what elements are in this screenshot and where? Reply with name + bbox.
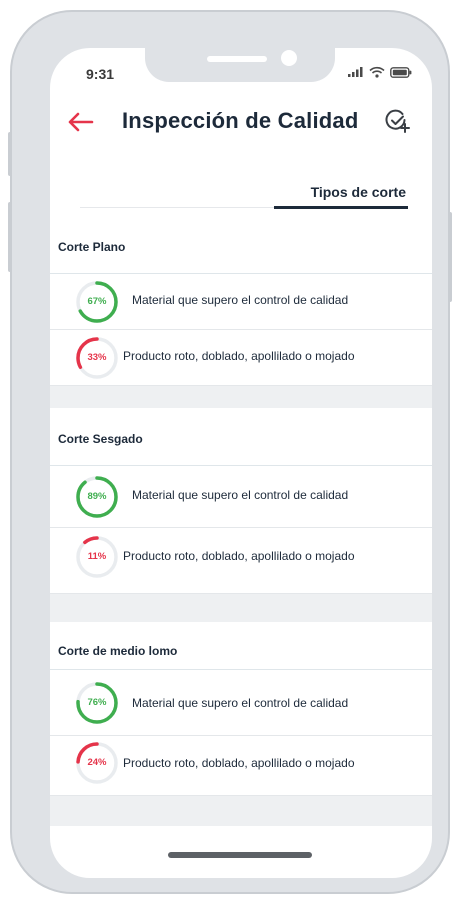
section-corte-sesgado: Corte Sesgado 89% Material que supero el… xyxy=(50,408,432,594)
section-title: Corte Sesgado xyxy=(50,408,432,466)
side-button xyxy=(8,132,12,176)
row-text: Producto roto, doblado, apollilado o moj… xyxy=(123,549,355,563)
arrow-left-icon[interactable] xyxy=(66,110,94,134)
app-header: Inspección de Calidad xyxy=(50,104,432,144)
section-divider xyxy=(50,796,432,826)
progress-label: 76% xyxy=(87,697,107,708)
signal-icon xyxy=(348,67,363,77)
list-item[interactable]: 67% Material que supero el control de ca… xyxy=(50,274,432,330)
status-icons xyxy=(348,66,412,78)
battery-icon xyxy=(390,66,412,78)
section-corte-de-medio-lomo: Corte de medio lomo 76% Material que sup… xyxy=(50,622,432,796)
progress-label: 24% xyxy=(87,757,107,768)
row-text: Producto roto, doblado, apollilado o moj… xyxy=(123,756,355,770)
progress-label: 89% xyxy=(87,491,107,502)
tab-bar: Tipos de corte xyxy=(80,174,408,209)
speaker xyxy=(207,56,267,62)
list-item[interactable]: 89% Material que supero el control de ca… xyxy=(50,466,432,528)
page-title: Inspección de Calidad xyxy=(122,108,359,133)
progress-label: 33% xyxy=(87,352,107,363)
home-indicator xyxy=(168,852,312,858)
list-item[interactable]: 76% Material que supero el control de ca… xyxy=(50,670,432,736)
progress-label: 11% xyxy=(87,551,107,562)
row-text: Material que supero el control de calida… xyxy=(132,488,349,502)
side-button xyxy=(448,212,452,302)
section-title: Corte de medio lomo xyxy=(50,622,432,670)
section-corte-plano: Corte Plano 67% Material que supero el c… xyxy=(50,216,432,386)
tab-tipos-de-corte[interactable]: Tipos de corte xyxy=(311,184,406,200)
inspection-list: Corte Plano 67% Material que supero el c… xyxy=(50,216,432,826)
camera xyxy=(281,50,297,66)
list-item[interactable]: 33% Producto roto, doblado, apollilado o… xyxy=(50,330,432,386)
notch xyxy=(145,48,335,82)
list-item[interactable]: 11% Producto roto, doblado, apollilado o… xyxy=(50,528,432,594)
check-plus-icon[interactable] xyxy=(384,108,410,134)
side-button xyxy=(8,202,12,272)
row-text: Producto roto, doblado, apollilado o moj… xyxy=(123,349,355,363)
progress-label: 67% xyxy=(87,296,107,307)
screen: 9:31 Inspección de Calidad Tipos de cort… xyxy=(50,48,432,878)
row-text: Material que supero el control de calida… xyxy=(132,293,349,307)
section-title: Corte Plano xyxy=(50,216,432,274)
row-text: Material que supero el control de calida… xyxy=(132,696,349,710)
section-divider xyxy=(50,386,432,408)
phone-frame: 9:31 Inspección de Calidad Tipos de cort… xyxy=(8,10,452,894)
section-divider xyxy=(50,594,432,622)
wifi-icon xyxy=(369,66,385,78)
list-item[interactable]: 24% Producto roto, doblado, apollilado o… xyxy=(50,736,432,796)
tab-active-indicator xyxy=(274,206,408,209)
status-time: 9:31 xyxy=(86,66,115,82)
